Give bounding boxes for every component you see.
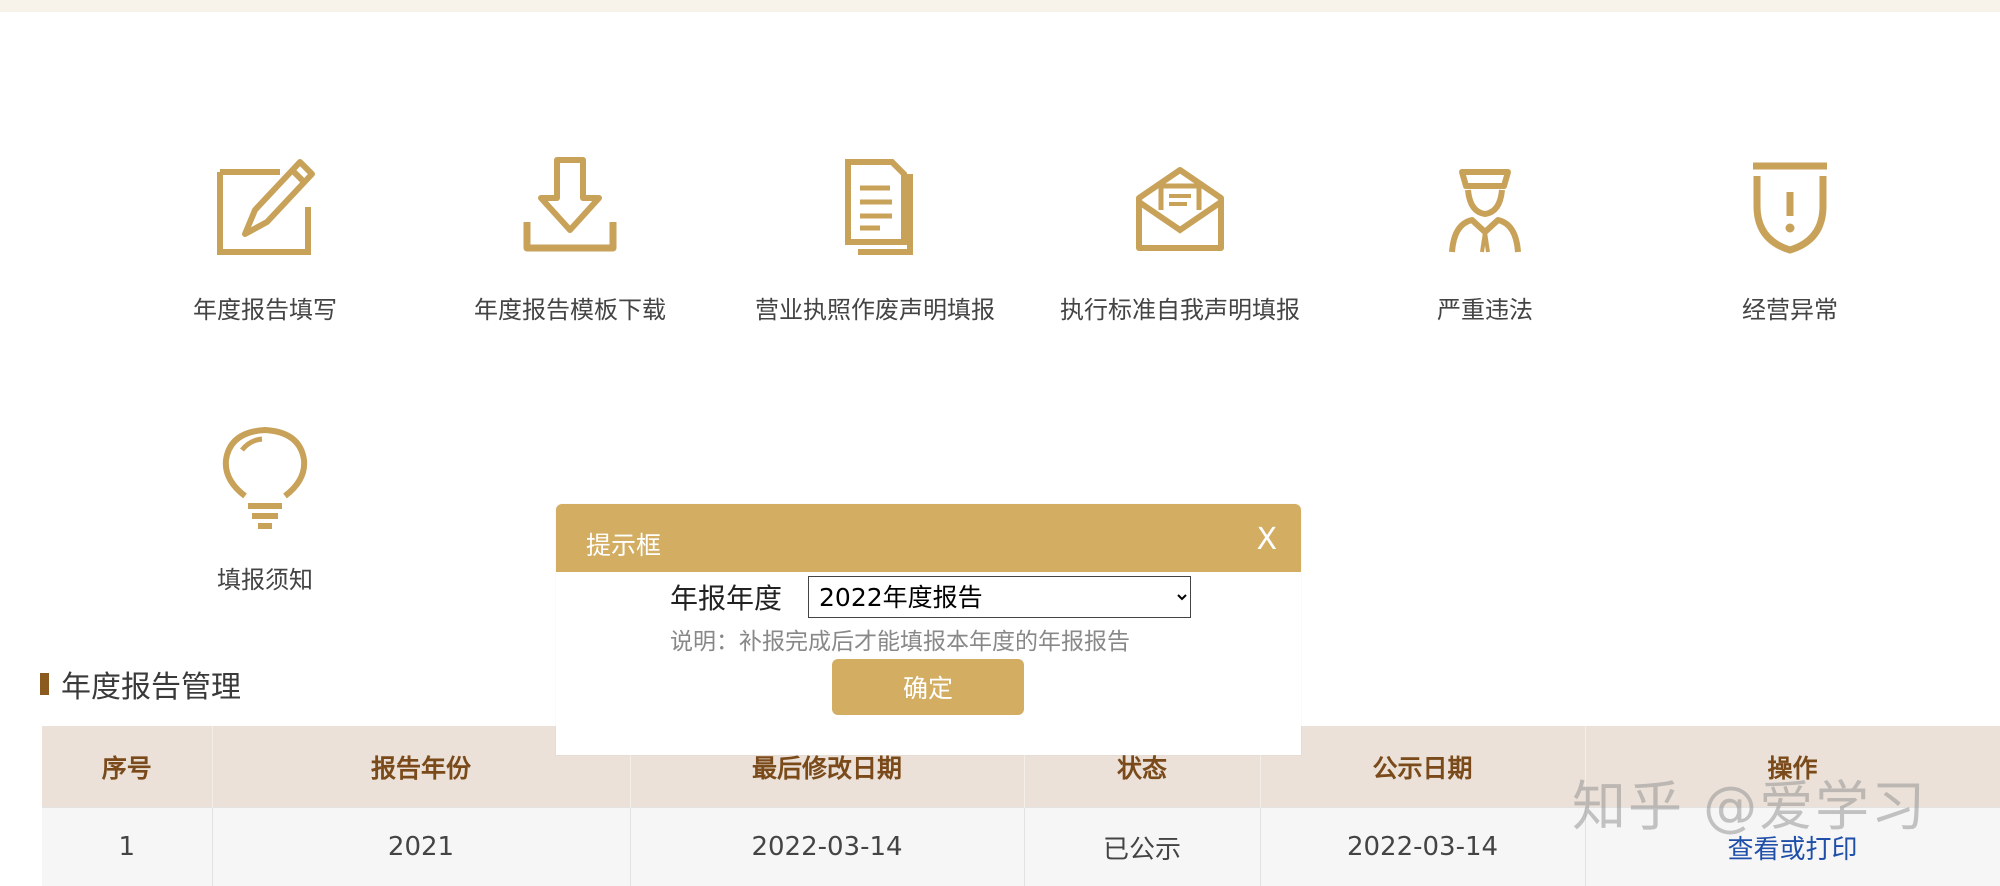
- tile-standard-declaration[interactable]: 执行标准自我声明填报: [1030, 152, 1330, 325]
- warning-shield-icon: [1735, 152, 1845, 262]
- year-field-row: 年报年度 2022年度报告: [670, 576, 1191, 618]
- dialog-title: 提示框: [586, 526, 661, 562]
- tile-business-abnormal[interactable]: 经营异常: [1640, 152, 1940, 325]
- tile-license-void[interactable]: 营业执照作废声明填报: [725, 152, 1025, 325]
- tile-label: 年度报告模板下载: [420, 290, 720, 325]
- report-year-select[interactable]: 2022年度报告: [808, 576, 1191, 618]
- section-title-text: 年度报告管理: [61, 662, 241, 706]
- tile-annual-report-fill[interactable]: 年度报告填写: [115, 152, 415, 325]
- envelope-icon: [1125, 152, 1235, 262]
- tile-label: 年度报告填写: [115, 290, 415, 325]
- tile-filing-notice[interactable]: 填报须知: [115, 422, 415, 595]
- confirm-button[interactable]: 确定: [832, 659, 1024, 715]
- lightbulb-icon: [210, 422, 320, 532]
- cell-publish-date: 2022-03-14: [1260, 808, 1585, 886]
- prompt-dialog: 提示框 X 年报年度 2022年度报告 说明：补报完成后才能填报本年度的年报报告…: [556, 504, 1301, 755]
- section-title: 年度报告管理: [40, 662, 241, 706]
- watermark-text: 知乎 @爱学习: [1572, 762, 1927, 841]
- cell-status: 已公示: [1024, 808, 1260, 886]
- document-icon: [820, 152, 930, 262]
- col-header-index: 序号: [42, 726, 212, 808]
- title-bar-decoration: [40, 673, 49, 695]
- tile-label: 执行标准自我声明填报: [1030, 290, 1330, 325]
- tile-label: 营业执照作废声明填报: [725, 290, 1025, 325]
- year-field-label: 年报年度: [670, 577, 782, 617]
- dialog-close-button[interactable]: X: [1256, 522, 1277, 557]
- dialog-note: 说明：补报完成后才能填报本年度的年报报告: [670, 622, 1130, 656]
- tile-label: 经营异常: [1640, 290, 1940, 325]
- cell-modified: 2022-03-14: [630, 808, 1024, 886]
- officer-icon: [1430, 152, 1540, 262]
- dialog-header: 提示框 X: [556, 504, 1301, 572]
- col-header-publish-date: 公示日期: [1260, 726, 1585, 808]
- tile-serious-violation[interactable]: 严重违法: [1335, 152, 1635, 325]
- download-icon: [515, 152, 625, 262]
- tile-template-download[interactable]: 年度报告模板下载: [420, 152, 720, 325]
- edit-icon: [210, 152, 320, 262]
- cell-index: 1: [42, 808, 212, 886]
- tile-label: 严重违法: [1335, 290, 1635, 325]
- tile-label: 填报须知: [115, 560, 415, 595]
- cell-year: 2021: [212, 808, 630, 886]
